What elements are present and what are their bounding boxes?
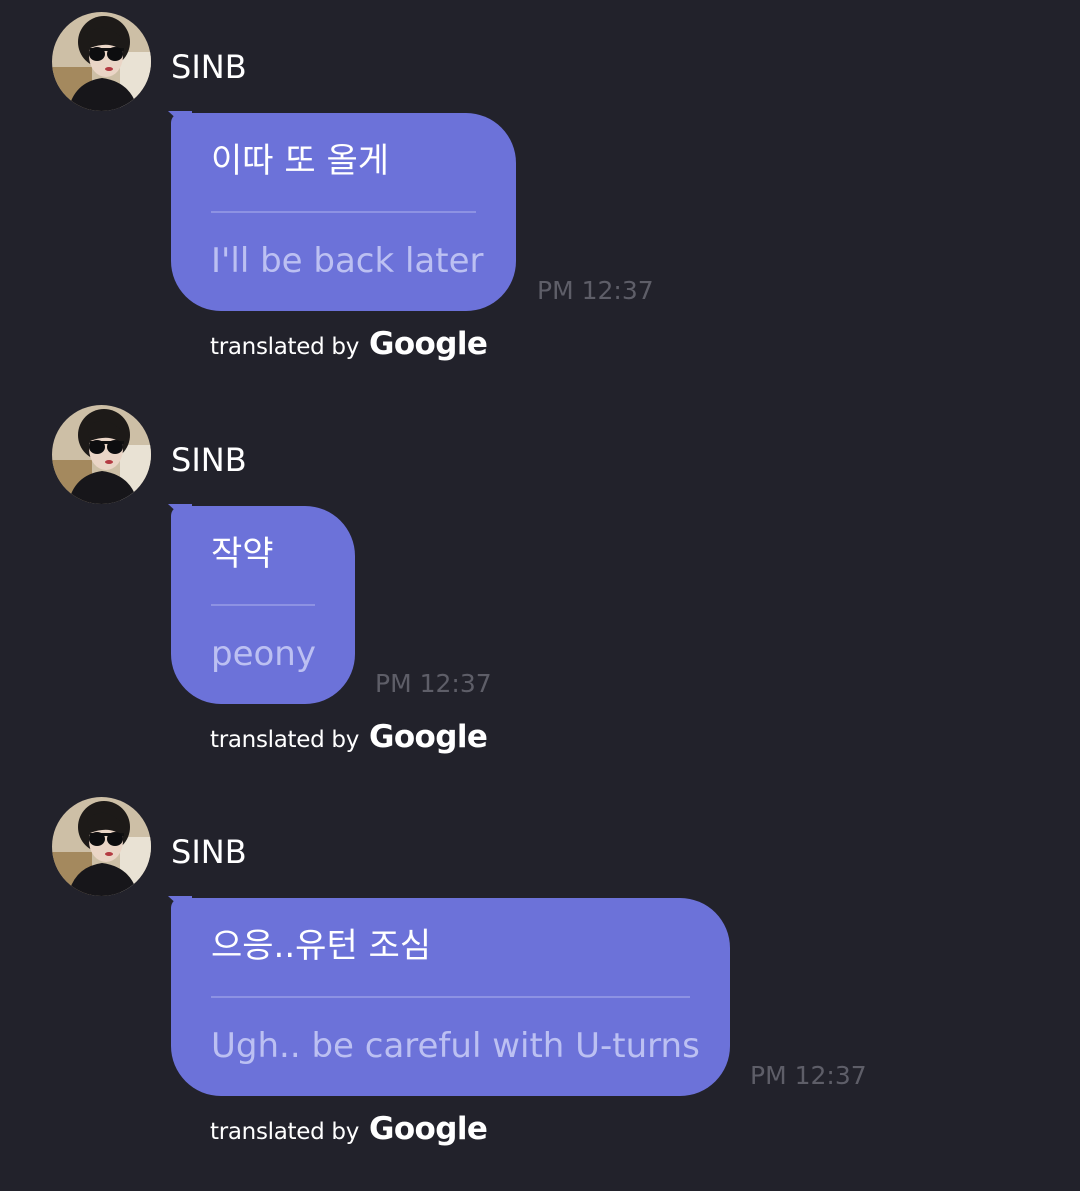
translated-message-text: peony <box>211 634 316 674</box>
bubble-tail <box>168 111 192 133</box>
translation-divider <box>211 996 690 998</box>
sender-name: SINB <box>171 48 247 86</box>
translated-by-label: translated by <box>210 1119 360 1145</box>
sender-name: SINB <box>171 441 247 479</box>
message-timestamp: PM 12:37 <box>375 669 492 698</box>
bubble-tail <box>168 896 192 918</box>
translated-by-label: translated by <box>210 334 360 360</box>
avatar-photo-icon <box>52 797 151 896</box>
translated-by-google: translated by Google <box>210 719 488 755</box>
message-bubble[interactable]: 으응..유턴 조심 Ugh.. be careful with U-turns <box>168 896 730 1096</box>
message-bubble[interactable]: 작약 peony <box>168 504 355 704</box>
message-bubble[interactable]: 이따 또 올게 I'll be back later <box>168 111 516 311</box>
original-message-text: 이따 또 올게 <box>211 141 390 181</box>
avatar-photo-icon <box>52 12 151 111</box>
translation-divider <box>211 211 476 213</box>
translated-by-google: translated by Google <box>210 1111 488 1147</box>
message-timestamp: PM 12:37 <box>537 276 654 305</box>
sender-name: SINB <box>171 833 247 871</box>
google-logo: Google <box>369 326 488 362</box>
google-logo: Google <box>369 719 488 755</box>
translated-message-text: I'll be back later <box>211 241 484 281</box>
bubble-tail <box>168 504 192 526</box>
translated-message-text: Ugh.. be careful with U-turns <box>211 1026 700 1066</box>
translated-by-label: translated by <box>210 727 360 753</box>
avatar-photo-icon <box>52 405 151 504</box>
avatar[interactable] <box>52 797 151 896</box>
avatar[interactable] <box>52 405 151 504</box>
original-message-text: 작약 <box>211 534 274 574</box>
google-logo: Google <box>369 1111 488 1147</box>
avatar[interactable] <box>52 12 151 111</box>
translated-by-google: translated by Google <box>210 326 488 362</box>
message-timestamp: PM 12:37 <box>750 1061 867 1090</box>
translation-divider <box>211 604 315 606</box>
original-message-text: 으응..유턴 조심 <box>211 926 432 966</box>
